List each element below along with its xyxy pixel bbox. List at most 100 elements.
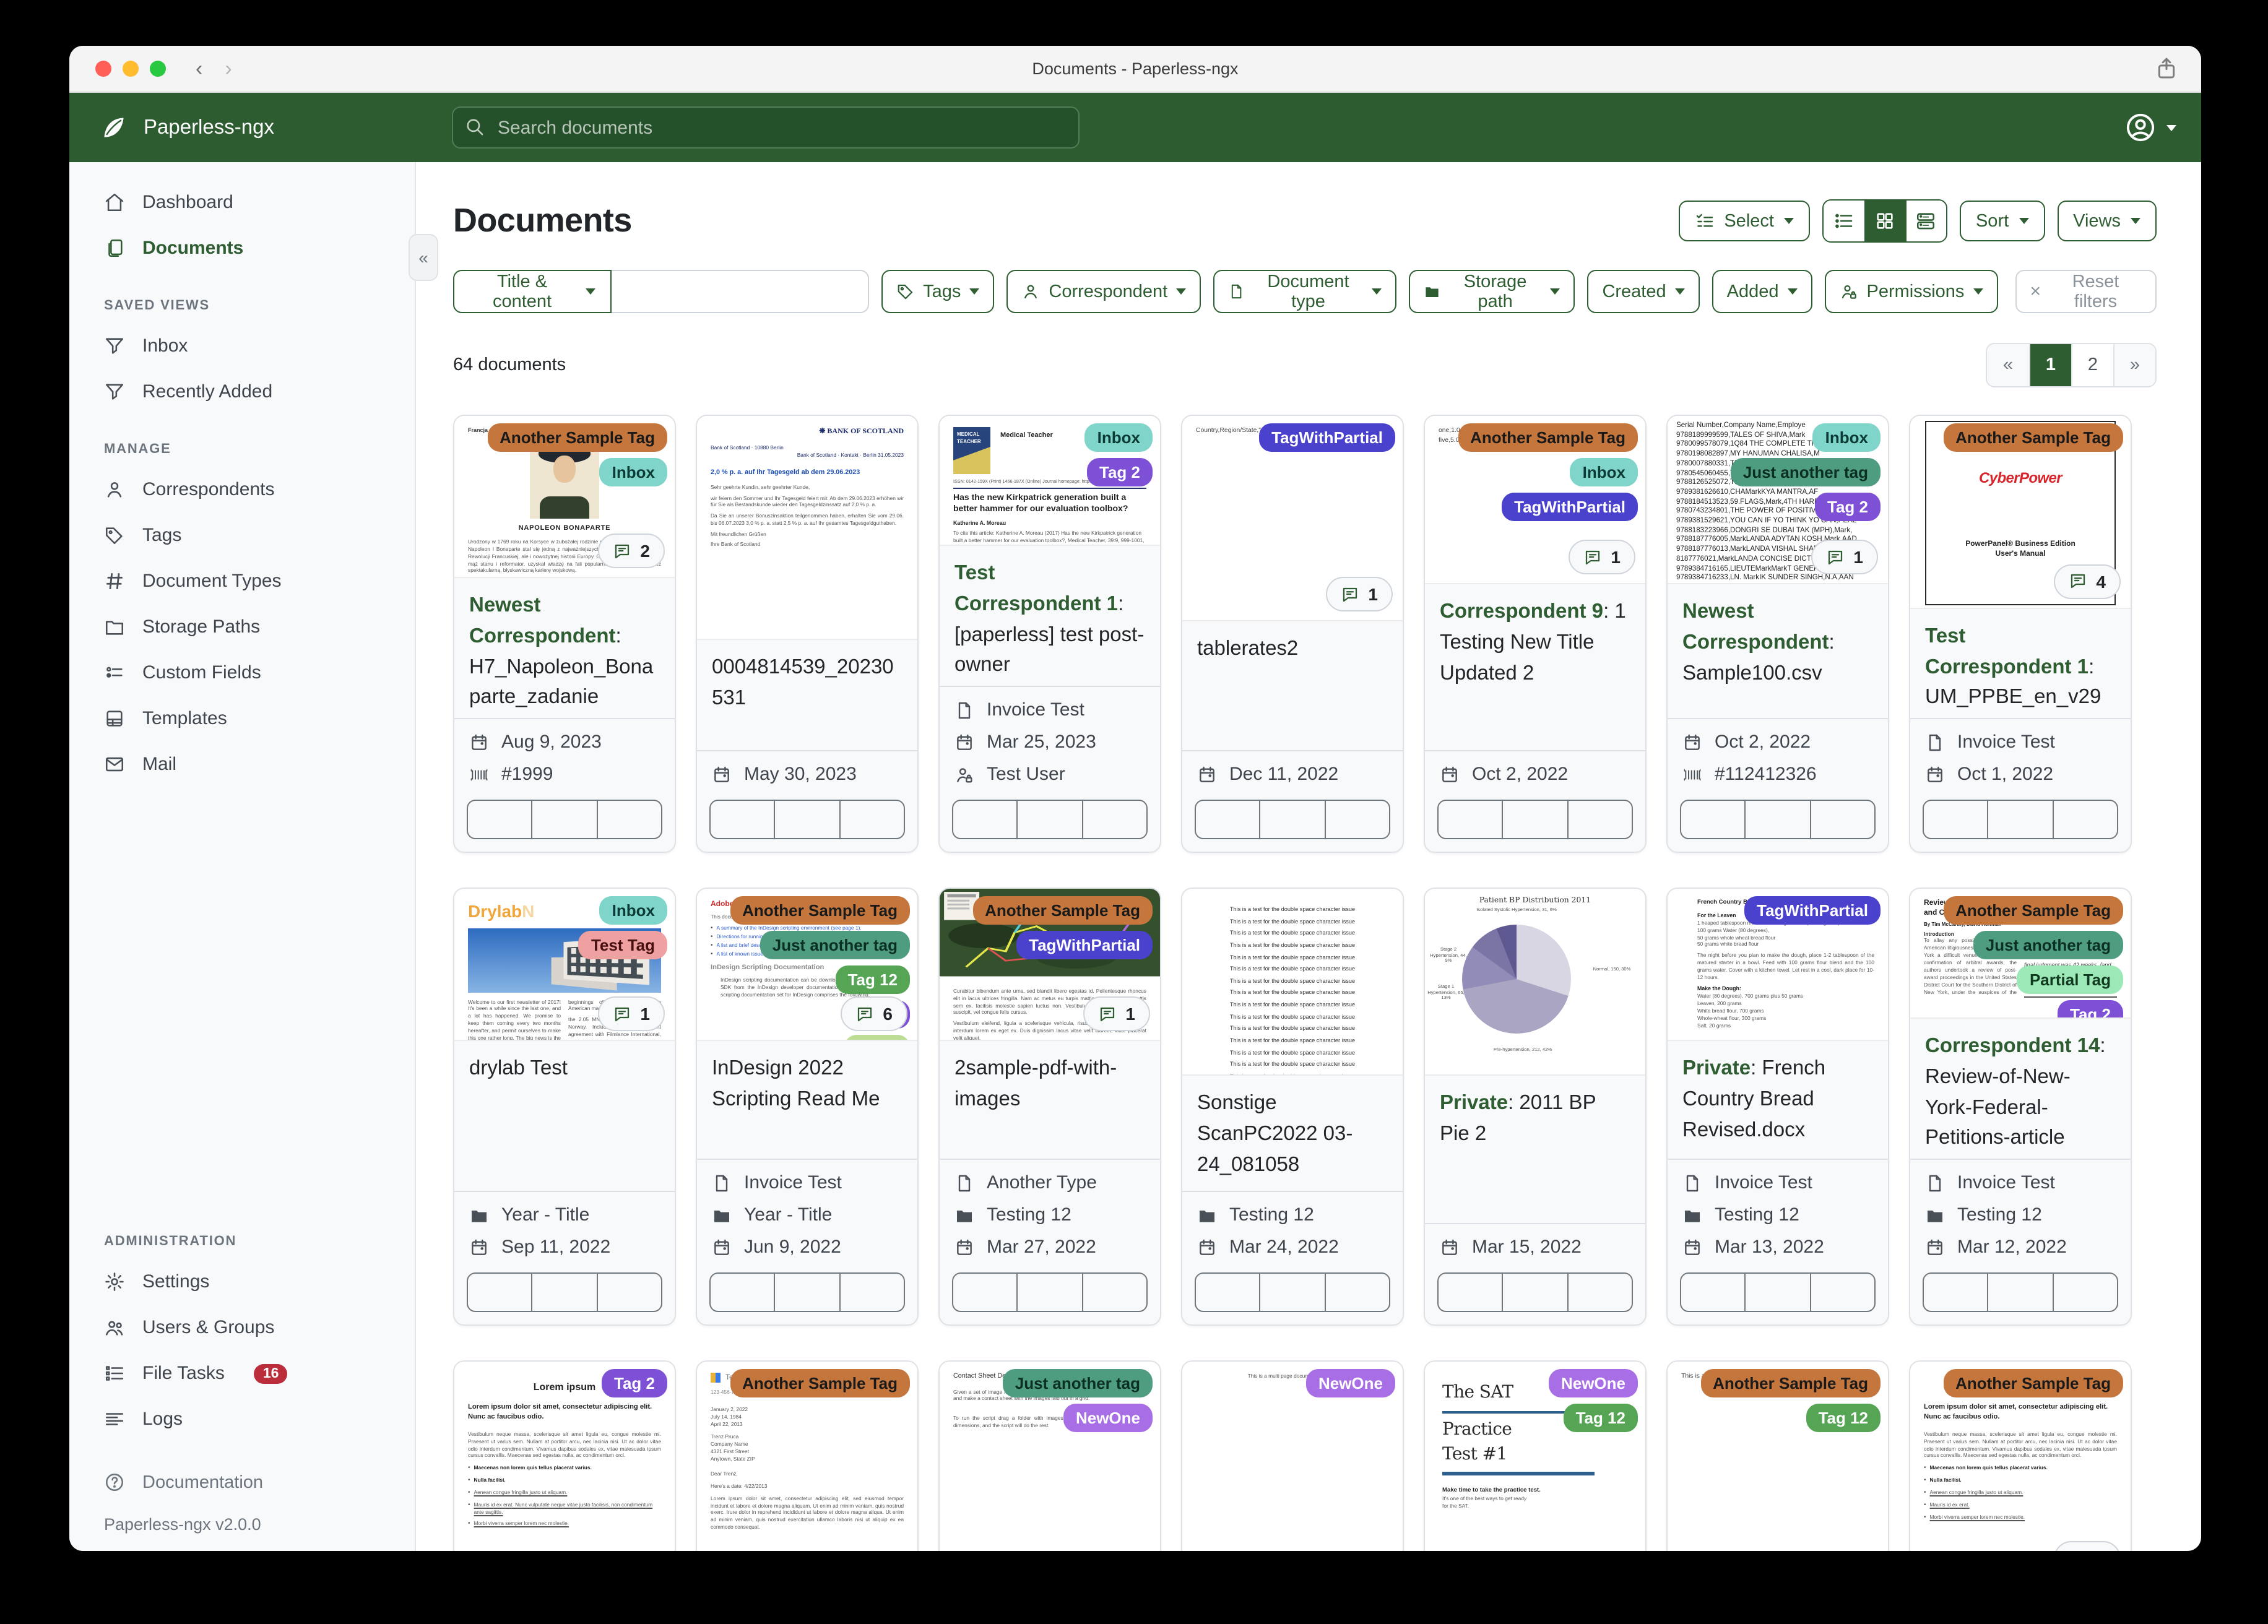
filter-created-button[interactable]: Created (1587, 270, 1700, 313)
app-brand[interactable]: Paperless-ngx (69, 114, 416, 141)
document-card[interactable]: CyberPower PowerPanel® Business Edition Us… (1909, 415, 2132, 853)
sidebar-item-document-types[interactable]: Document Types (69, 558, 415, 604)
download-button[interactable] (1324, 801, 1389, 838)
zoom-window-button[interactable] (150, 61, 166, 77)
sidebar-item-tags[interactable]: Tags (69, 512, 415, 558)
edit-button[interactable] (1196, 801, 1260, 838)
edit-button[interactable] (953, 801, 1017, 838)
edit-button[interactable] (711, 801, 774, 838)
filter-text-input[interactable] (611, 270, 869, 313)
document-card[interactable]: This is a test Another Sample Tag Tag 12 (1666, 1360, 1889, 1551)
sidebar-item-templates[interactable]: Templates (69, 696, 415, 741)
download-button[interactable] (1324, 1274, 1389, 1311)
document-card[interactable]: Lorem ipsumLorem ipsum dolor sit amet, c… (453, 1360, 676, 1551)
pagination-previous-button[interactable]: « (1987, 344, 2029, 386)
views-dropdown-button[interactable]: Views (2057, 201, 2157, 241)
sidebar-item-recently-added[interactable]: Recently Added (69, 369, 415, 415)
browser-back-button[interactable]: ‹ (196, 56, 202, 81)
browser-forward-button[interactable]: › (225, 56, 232, 81)
download-button[interactable] (1567, 1274, 1632, 1311)
download-button[interactable] (1081, 801, 1146, 838)
document-card[interactable]: one,1.0 five,5.0 Another Sample Tag Inbox T… (1424, 415, 1647, 853)
reset-filters-button[interactable]: × Reset filters (2015, 270, 2157, 313)
preview-button[interactable] (1016, 1274, 1082, 1311)
edit-button[interactable] (1924, 1274, 1988, 1311)
view-mode-list-button[interactable] (1823, 201, 1864, 241)
document-card[interactable]: Lorem ipsumLorem ipsum dolor sit amet, c… (1909, 1360, 2132, 1551)
sidebar-item-inbox[interactable]: Inbox (69, 323, 415, 369)
preview-button[interactable] (1502, 801, 1567, 838)
edit-button[interactable] (468, 1274, 532, 1311)
document-card[interactable]: This is a test for the double space char… (1181, 888, 1404, 1326)
sidebar-item-users-groups[interactable]: Users & Groups (69, 1305, 415, 1350)
document-card[interactable]: Review of Arbitral Awards Shows Swift Re… (1909, 888, 2132, 1326)
preview-button[interactable] (1744, 801, 1810, 838)
document-card[interactable]: Curabitur bibendum ante urna, sed blandi… (938, 888, 1161, 1326)
document-card[interactable]: Patient BP Distribution 2011 Isolated Sys… (1424, 888, 1647, 1326)
edit-button[interactable] (711, 1274, 774, 1311)
download-button[interactable] (1809, 801, 1874, 838)
preview-button[interactable] (1987, 1274, 2053, 1311)
sidebar-item-file-tasks[interactable]: File Tasks 16 (69, 1350, 415, 1396)
edit-button[interactable] (1924, 801, 1988, 838)
document-card[interactable]: Country,Region/State," TagWithPartial 1 … (1181, 415, 1404, 853)
filter-correspondent-button[interactable]: Correspondent (1006, 270, 1201, 313)
preview-button[interactable] (1016, 801, 1082, 838)
edit-button[interactable] (1681, 801, 1745, 838)
document-card[interactable]: The SAT Practice Test #1 Make time to take … (1424, 1360, 1647, 1551)
document-card[interactable]: ❋ BANK OF SCOTLAND Bank of Scotland · 108… (696, 415, 919, 853)
user-menu[interactable] (2124, 111, 2176, 144)
minimize-window-button[interactable] (123, 61, 139, 77)
edit-button[interactable] (1439, 1274, 1502, 1311)
pagination-page-2[interactable]: 2 (2071, 344, 2113, 386)
sidebar-item-custom-fields[interactable]: Custom Fields (69, 650, 415, 696)
download-button[interactable] (839, 801, 904, 838)
preview-button[interactable] (1502, 1274, 1567, 1311)
preview-button[interactable] (531, 801, 597, 838)
download-button[interactable] (2052, 801, 2117, 838)
edit-button[interactable] (953, 1274, 1017, 1311)
sidebar-item-settings[interactable]: Settings (69, 1259, 415, 1305)
share-icon[interactable] (2154, 56, 2179, 80)
download-button[interactable] (1081, 1274, 1146, 1311)
sidebar-item-correspondents[interactable]: Correspondents (69, 467, 415, 512)
view-mode-grid-button[interactable] (1864, 201, 1905, 241)
sidebar-item-mail[interactable]: Mail (69, 741, 415, 787)
sidebar-collapse-button[interactable]: « (409, 234, 438, 281)
edit-button[interactable] (468, 801, 532, 838)
pagination-page-1[interactable]: 1 (2029, 344, 2071, 386)
download-button[interactable] (596, 1274, 661, 1311)
preview-button[interactable] (1744, 1274, 1810, 1311)
filter-added-button[interactable]: Added (1712, 270, 1812, 313)
edit-button[interactable] (1681, 1274, 1745, 1311)
preview-button[interactable] (774, 1274, 839, 1311)
select-dropdown-button[interactable]: Select (1678, 201, 1810, 241)
download-button[interactable] (2052, 1274, 2117, 1311)
document-card[interactable]: AdobeThis document contains information … (696, 888, 919, 1326)
preview-button[interactable] (1259, 801, 1325, 838)
download-button[interactable] (1567, 801, 1632, 838)
download-button[interactable] (596, 801, 661, 838)
document-card[interactable]: French Country Bread For the Leaven 1 heap… (1666, 888, 1889, 1326)
download-button[interactable] (839, 1274, 904, 1311)
search-input[interactable] (452, 106, 1080, 149)
view-mode-detail-button[interactable] (1905, 201, 1946, 241)
document-card[interactable]: Test Name123-456-7890January 2, 2022July… (696, 1360, 919, 1551)
preview-button[interactable] (531, 1274, 597, 1311)
preview-button[interactable] (1259, 1274, 1325, 1311)
document-card[interactable]: This is a multi page document. Page 1. N… (1181, 1360, 1404, 1551)
sidebar-item-dashboard[interactable]: Dashboard (69, 179, 415, 225)
filter-storage-path-button[interactable]: Storage path (1408, 270, 1575, 313)
document-card[interactable]: Serial Number,Company Name,Employe 978818… (1666, 415, 1889, 853)
edit-button[interactable] (1439, 801, 1502, 838)
filter-document-type-button[interactable]: Document type (1213, 270, 1396, 313)
document-card[interactable]: Contact Sheet DemoGiven a set of image f… (938, 1360, 1161, 1551)
pagination-next-button[interactable]: » (2113, 344, 2155, 386)
sidebar-item-documents[interactable]: Documents (69, 225, 415, 271)
filter-permissions-button[interactable]: Permissions (1824, 270, 1998, 313)
preview-button[interactable] (774, 801, 839, 838)
close-window-button[interactable] (95, 61, 111, 77)
download-button[interactable] (1809, 1274, 1874, 1311)
filter-tags-button[interactable]: Tags (881, 270, 995, 313)
sidebar-item-storage-paths[interactable]: Storage Paths (69, 604, 415, 650)
